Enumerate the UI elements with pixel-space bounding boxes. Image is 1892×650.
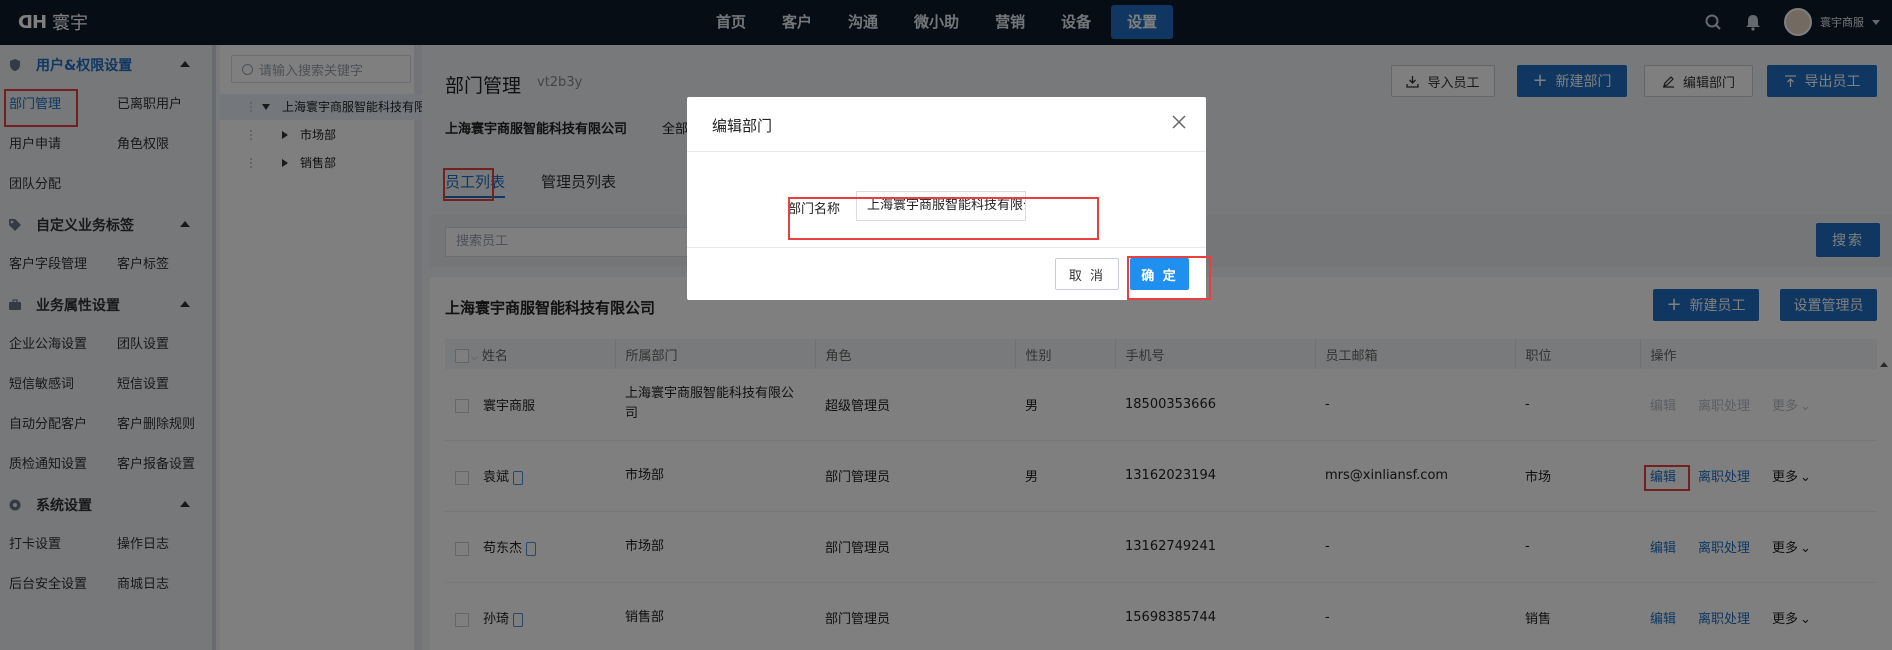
department-name-label: 部门名称 — [788, 202, 841, 217]
divider — [687, 151, 1206, 152]
divider — [687, 247, 1206, 248]
close-icon[interactable] — [1170, 113, 1188, 131]
dialog-title: 编辑部门 — [712, 117, 773, 135]
department-name-input[interactable]: 上海寰宇商服智能科技有限公司 — [856, 191, 1026, 221]
cancel-button[interactable]: 取 消 — [1055, 258, 1119, 290]
confirm-button[interactable]: 确 定 — [1130, 258, 1189, 290]
edit-department-dialog: 编辑部门 部门名称 上海寰宇商服智能科技有限公司 取 消 确 定 — [687, 97, 1211, 300]
